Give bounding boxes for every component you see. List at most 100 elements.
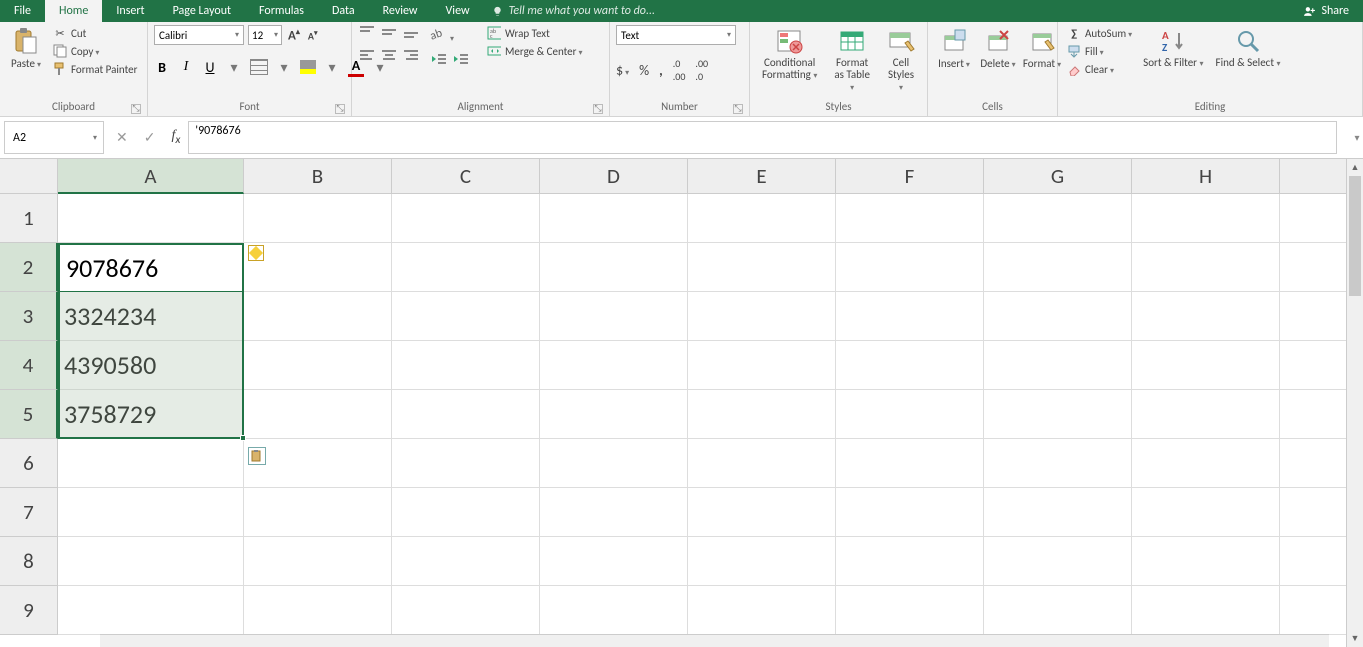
scroll-thumb[interactable]	[1349, 176, 1361, 296]
cell-F5[interactable]	[836, 390, 984, 439]
cell-A4[interactable]: 4390580	[58, 341, 244, 390]
cell-D2[interactable]	[540, 243, 688, 292]
cell-C5[interactable]	[392, 390, 540, 439]
align-center-button[interactable]	[380, 48, 398, 67]
align-middle-button[interactable]	[380, 25, 398, 44]
cell-F7[interactable]	[836, 488, 984, 537]
cell-G4[interactable]	[984, 341, 1132, 390]
cell-C4[interactable]	[392, 341, 540, 390]
col-header-E[interactable]: E	[688, 159, 836, 194]
cell-H3[interactable]	[1132, 292, 1280, 341]
col-header-D[interactable]: D	[540, 159, 688, 194]
cell-A3[interactable]: 3324234	[58, 292, 244, 341]
col-header-B[interactable]: B	[244, 159, 392, 194]
col-header-A[interactable]: A	[58, 159, 244, 194]
cell-G9[interactable]	[984, 586, 1132, 635]
tab-formulas[interactable]: Formulas	[245, 0, 318, 22]
fill-button[interactable]: Fill	[1064, 43, 1135, 59]
tab-view[interactable]: View	[432, 0, 484, 22]
align-left-button[interactable]	[358, 48, 376, 67]
paste-button[interactable]: Paste	[6, 25, 46, 72]
cell-G5[interactable]	[984, 390, 1132, 439]
col-header-F[interactable]: F	[836, 159, 984, 194]
cell-H5[interactable]	[1132, 390, 1280, 439]
tell-me[interactable]: Tell me what you want to do...	[484, 0, 1290, 22]
format-cells-button[interactable]: Format	[1022, 25, 1062, 72]
merge-center-button[interactable]: Merge & Center	[484, 43, 586, 59]
number-launcher[interactable]: ⤡	[733, 104, 743, 114]
cell-G2[interactable]	[984, 243, 1132, 292]
cell-F4[interactable]	[836, 341, 984, 390]
cell-A8[interactable]	[58, 537, 244, 586]
cell-A5[interactable]: 3758729	[58, 390, 244, 439]
align-right-button[interactable]	[402, 48, 420, 67]
cell-C3[interactable]	[392, 292, 540, 341]
row-header-6[interactable]: 6	[0, 439, 58, 488]
bold-button[interactable]: B	[154, 59, 170, 76]
cell-A7[interactable]	[58, 488, 244, 537]
cut-button[interactable]: ✂Cut	[50, 25, 140, 41]
autosum-button[interactable]: ∑AutoSum	[1064, 25, 1135, 41]
vertical-scrollbar[interactable]: ▲ ▼	[1346, 159, 1363, 647]
cell-F1[interactable]	[836, 194, 984, 243]
align-bottom-button[interactable]	[402, 25, 420, 44]
cell-F6[interactable]	[836, 439, 984, 488]
cell-E7[interactable]	[688, 488, 836, 537]
cell-D4[interactable]	[540, 341, 688, 390]
cell-E2[interactable]	[688, 243, 836, 292]
number-format-select[interactable]: Text▾	[616, 25, 736, 45]
cancel-formula-button[interactable]: ✕	[116, 129, 128, 146]
select-all-corner[interactable]	[0, 159, 58, 194]
increase-font-button[interactable]: A▴	[286, 27, 302, 43]
horizontal-scrollbar[interactable]	[100, 634, 1329, 647]
cell-D1[interactable]	[540, 194, 688, 243]
cell-C8[interactable]	[392, 537, 540, 586]
clear-button[interactable]: Clear	[1064, 61, 1135, 77]
insert-cells-button[interactable]: Insert	[934, 25, 974, 72]
align-top-button[interactable]	[358, 25, 376, 44]
borders-button[interactable]	[250, 59, 268, 75]
sort-filter-button[interactable]: AZSort & Filter ▾	[1139, 25, 1207, 72]
row-header-4[interactable]: 4	[0, 341, 58, 390]
fill-handle[interactable]	[240, 435, 246, 441]
cell-B1[interactable]	[244, 194, 392, 243]
paste-options-button[interactable]	[248, 447, 266, 465]
col-header-C[interactable]: C	[392, 159, 540, 194]
cell-H4[interactable]	[1132, 341, 1280, 390]
copy-button[interactable]: Copy	[50, 43, 140, 59]
row-header-9[interactable]: 9	[0, 586, 58, 635]
error-trace-icon[interactable]	[248, 245, 264, 261]
cell-H7[interactable]	[1132, 488, 1280, 537]
underline-button[interactable]: U	[202, 59, 218, 76]
cell-B8[interactable]	[244, 537, 392, 586]
cell-E5[interactable]	[688, 390, 836, 439]
cell-B7[interactable]	[244, 488, 392, 537]
decrease-indent-button[interactable]	[430, 52, 448, 71]
cell-G8[interactable]	[984, 537, 1132, 586]
expand-formula-bar-button[interactable]: ▾	[1351, 117, 1363, 158]
scroll-up-button[interactable]: ▲	[1347, 159, 1363, 176]
cell-B6[interactable]	[244, 439, 392, 488]
cell-F3[interactable]	[836, 292, 984, 341]
alignment-launcher[interactable]: ⤡	[593, 104, 603, 114]
enter-formula-button[interactable]: ✓	[144, 129, 156, 146]
cell-B3[interactable]	[244, 292, 392, 341]
tab-insert[interactable]: Insert	[102, 0, 158, 22]
tab-data[interactable]: Data	[318, 0, 369, 22]
tab-review[interactable]: Review	[369, 0, 432, 22]
decrease-decimal-button[interactable]: .00.0	[695, 57, 708, 83]
delete-cells-button[interactable]: Delete	[978, 25, 1018, 72]
format-painter-button[interactable]: Format Painter	[50, 61, 140, 77]
cell-A6[interactable]	[58, 439, 244, 488]
cell-D3[interactable]	[540, 292, 688, 341]
cell-A9[interactable]	[58, 586, 244, 635]
cell-D9[interactable]	[540, 586, 688, 635]
decrease-font-button[interactable]: A▾	[306, 28, 320, 42]
cell-D8[interactable]	[540, 537, 688, 586]
cell-A2[interactable]: 9078676	[58, 243, 244, 292]
cell-G1[interactable]	[984, 194, 1132, 243]
cell-B4[interactable]	[244, 341, 392, 390]
cell-E9[interactable]	[688, 586, 836, 635]
comma-button[interactable]: ,	[659, 62, 663, 79]
find-select-button[interactable]: Find & Select ▾	[1212, 25, 1285, 72]
